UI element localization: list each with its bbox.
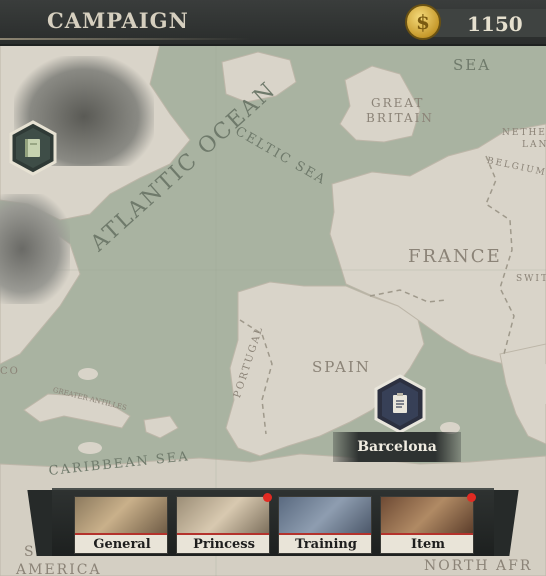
item-button-label: Item [381, 533, 473, 553]
general-button-label: General [75, 533, 167, 553]
title-divider [0, 38, 250, 40]
campaign-marker-barcelona[interactable] [373, 374, 427, 434]
princess-button-label: Princess [177, 533, 269, 553]
general-portrait-image [75, 497, 167, 533]
training-soldiers-image [279, 497, 371, 533]
book-icon [23, 137, 43, 159]
sea-label-north: SEA [453, 56, 492, 74]
country-label-netherlands-2: LAND [522, 140, 546, 150]
country-label-france: FRANCE [408, 246, 502, 267]
top-bar: CAMPAIGN $ 1150 [0, 0, 546, 46]
page-title: CAMPAIGN [47, 8, 189, 33]
battlefield-photo-patch [0, 194, 70, 304]
training-button-label: Training [279, 533, 371, 553]
item-shop-image [381, 497, 473, 533]
bottom-menu: General Princess Training Item [27, 486, 519, 558]
city-label-barcelona[interactable]: Barcelona [333, 432, 461, 462]
dollar-coin-icon: $ [405, 4, 441, 40]
country-label-netherlands: NETHE [502, 128, 546, 138]
country-label-britain: BRITAIN [366, 111, 434, 125]
land-label-co: CO [0, 366, 20, 377]
continent-label-south-america-2: AMERICA [16, 562, 102, 576]
princess-button[interactable]: Princess [176, 496, 270, 554]
gold-counter[interactable]: $ 1150 [405, 4, 546, 40]
country-label-great: GREAT [371, 96, 425, 110]
country-label-switzerland: SWITZE [516, 274, 546, 284]
document-icon [390, 392, 410, 416]
general-button[interactable]: General [74, 496, 168, 554]
continent-label-north-africa: NORTH AFR [424, 558, 533, 574]
princess-portrait-image [177, 497, 269, 533]
item-button[interactable]: Item [380, 496, 474, 554]
training-button[interactable]: Training [278, 496, 372, 554]
gold-amount: 1150 [467, 12, 523, 36]
item-notification-badge [467, 493, 476, 502]
princess-notification-badge [263, 493, 272, 502]
campaign-marker-book[interactable] [8, 120, 58, 176]
country-label-spain: SPAIN [312, 358, 371, 376]
